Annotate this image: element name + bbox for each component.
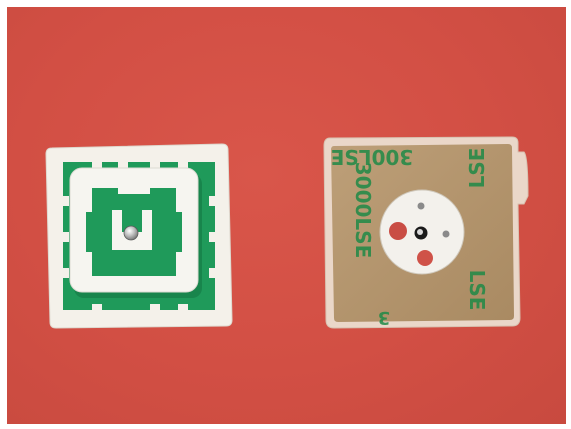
adhesive-text-right-bottom: LSE bbox=[465, 270, 489, 311]
patch-antenna-front bbox=[45, 143, 233, 329]
mounting-hole-top bbox=[417, 202, 425, 210]
mounting-hole-bottom bbox=[417, 250, 433, 266]
mounting-hole-left bbox=[389, 222, 407, 240]
feed-pin bbox=[123, 225, 139, 241]
adhesive-text-left: 3000LSE bbox=[351, 162, 375, 258]
adhesive-text-bottom: 3 bbox=[378, 307, 391, 328]
adhesive-text-right-top: LSE bbox=[465, 148, 489, 189]
mounting-hole-right bbox=[442, 230, 450, 238]
patch-antenna-back: 300LSE 3000LSE LSE LSE 3 bbox=[323, 136, 529, 329]
photo-scene: 300LSE 3000LSE LSE LSE 3 bbox=[45, 136, 529, 329]
